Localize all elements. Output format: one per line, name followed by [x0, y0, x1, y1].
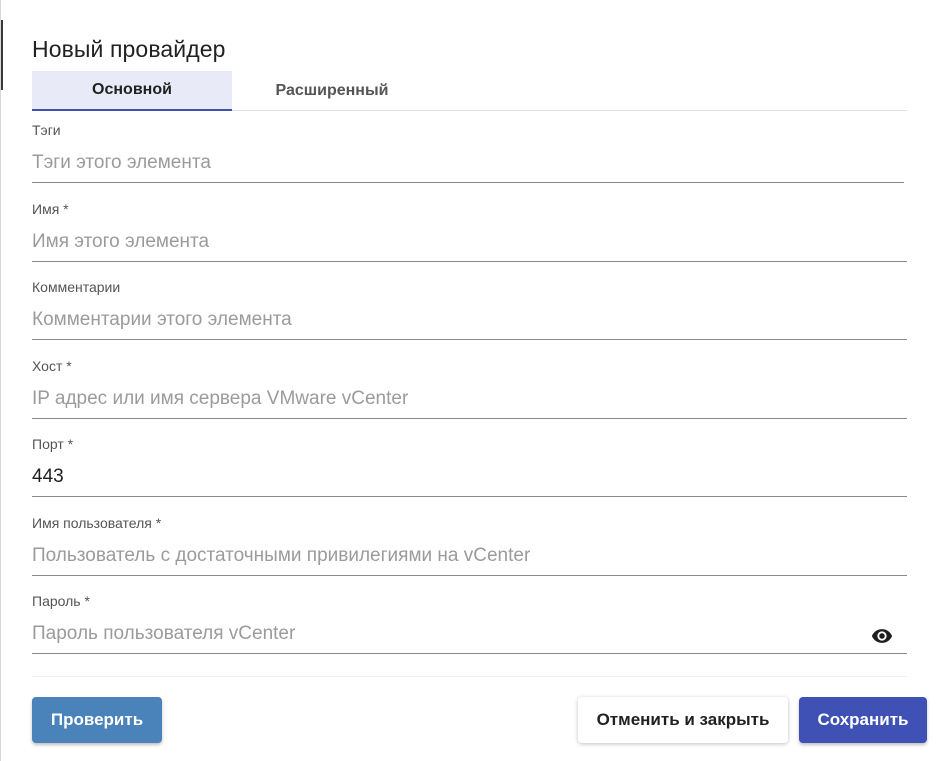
dialog-title: Новый провайдер [32, 36, 226, 62]
cancel-and-close-button[interactable]: Отменить и закрыть [578, 697, 788, 743]
host-input[interactable] [32, 386, 907, 419]
tab-bar: Основной Расширенный [32, 71, 907, 111]
test-button[interactable]: Проверить [32, 697, 162, 743]
port-label: Порт * [32, 436, 74, 452]
tags-field: Тэги [32, 122, 904, 183]
port-input[interactable] [32, 464, 907, 497]
password-input[interactable] [32, 621, 907, 654]
comments-label: Комментарии [32, 279, 121, 295]
dialog-edge [1, 20, 3, 90]
port-field: Порт * [32, 436, 907, 497]
username-input[interactable] [32, 543, 907, 576]
tab-advanced[interactable]: Расширенный [232, 71, 432, 111]
tab-basic[interactable]: Основной [32, 71, 232, 111]
password-label: Пароль * [32, 593, 90, 609]
host-label: Хост * [32, 358, 72, 374]
name-label: Имя * [32, 201, 69, 217]
name-input[interactable] [32, 229, 907, 262]
username-label: Имя пользователя * [32, 515, 162, 531]
host-field: Хост * [32, 358, 907, 419]
eye-icon[interactable] [867, 625, 897, 647]
name-field: Имя * [32, 201, 907, 262]
password-field: Пароль * [32, 593, 907, 654]
tags-input[interactable] [32, 150, 904, 183]
comments-input[interactable] [32, 307, 907, 340]
new-provider-dialog: Новый провайдер Основной Расширенный Тэг… [0, 0, 938, 761]
comments-field: Комментарии [32, 279, 907, 340]
save-button[interactable]: Сохранить [799, 697, 927, 743]
username-field: Имя пользователя * [32, 515, 907, 576]
tags-label: Тэги [32, 122, 61, 138]
footer-divider [32, 676, 907, 677]
